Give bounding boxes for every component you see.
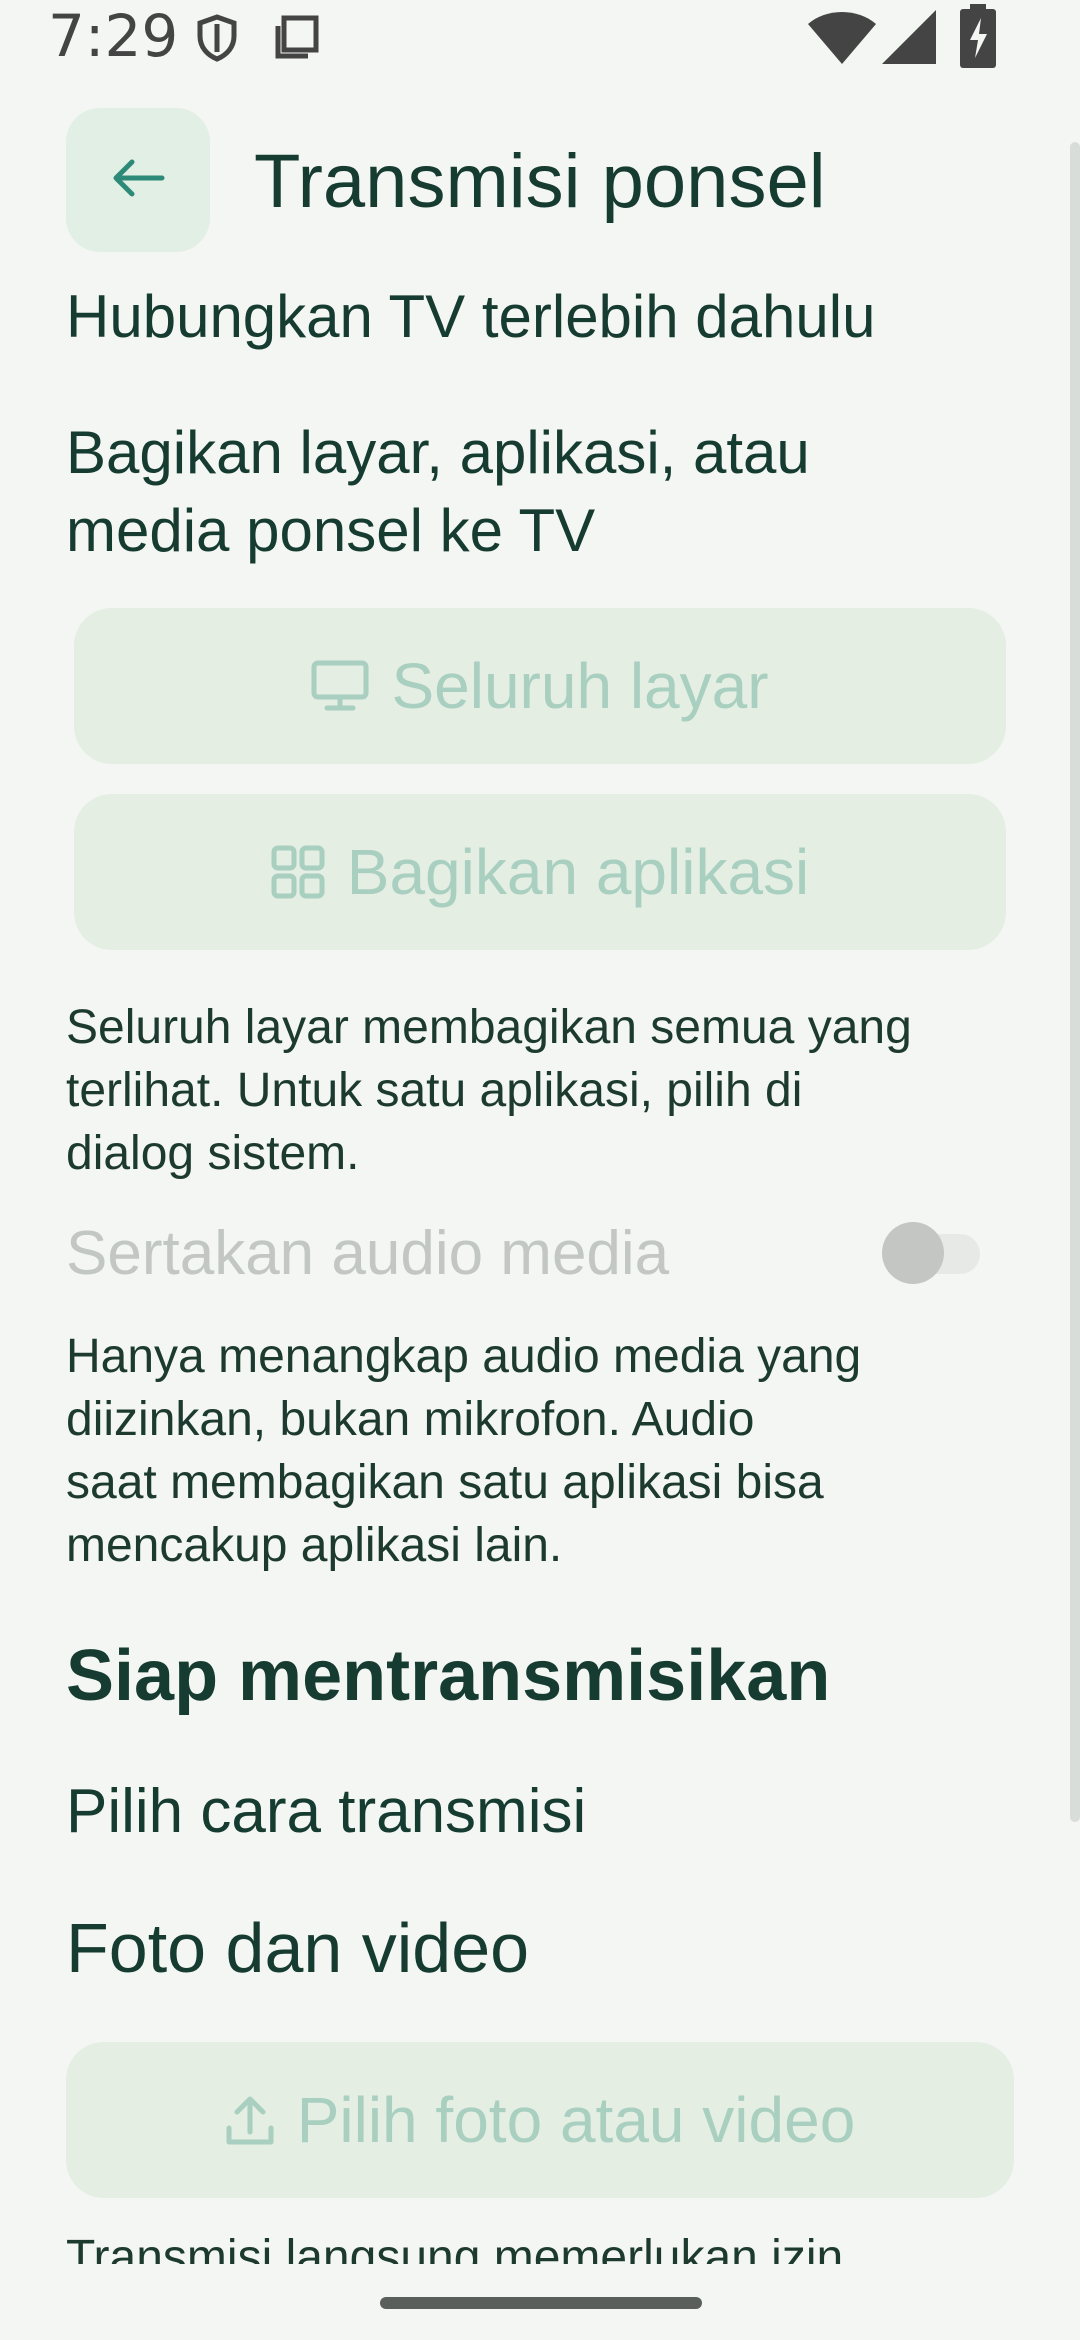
upload-icon [225,2094,275,2146]
share-heading-line: Bagikan layar, aplikasi, atau [66,419,810,486]
signal-icon [880,8,938,71]
audio-info: Hanya menangkap audio media yang diizink… [66,1325,861,1577]
info-line: Hanya menangkap audio media yang [66,1330,862,1383]
info-line: mencakup aplikasi lain. [66,1519,563,1572]
status-time: 7:29 [48,2,179,70]
info-line: saat membagikan satu aplikasi bisa [66,1456,824,1509]
whole-screen-button[interactable]: Seluruh layar [74,608,1006,764]
share-app-button[interactable]: Bagikan aplikasi [74,794,1006,950]
toggle-thumb [882,1222,944,1284]
share-app-button-label: Bagikan aplikasi [346,836,810,908]
choose-method-label: Pilih cara transmisi [66,1777,587,1846]
back-button[interactable] [66,108,210,252]
info-line: diizinkan, bukan mikrofon. Audio [66,1393,755,1446]
info-line: dialog sistem. [66,1127,360,1180]
pick-photo-video-label: Pilih foto atau video [296,2084,856,2156]
clipped-footer: Transmisi langsung memerlukan izin [0,2222,1080,2264]
status-bar: 7:29 [0,0,1080,70]
photos-videos-title: Foto dan video [66,1909,530,1987]
audio-toggle[interactable] [882,1222,982,1284]
connect-hint: Hubungkan TV terlebih dahulu [66,283,876,350]
battery-charging-icon [960,4,996,73]
home-indicator[interactable] [380,2297,702,2309]
info-line: Seluruh layar membagikan semua yang [66,1001,912,1054]
screen-share-info: Seluruh layar membagikan semua yang terl… [66,996,912,1185]
top-app-bar: Transmisi ponsel [0,100,1080,260]
scrollbar-thumb[interactable] [1070,142,1080,1822]
monitor-icon [311,660,369,712]
share-heading: Bagikan layar, aplikasi, atau media pons… [66,414,810,570]
page-title: Transmisi ponsel [254,139,826,224]
whole-screen-button-label: Seluruh layar [391,650,769,722]
share-heading-line: media ponsel ke TV [66,497,596,564]
pick-photo-video-button[interactable]: Pilih foto atau video [66,2042,1014,2198]
arrow-left-icon [110,158,166,203]
apps-grid-icon [271,845,325,899]
live-cast-permission-text: Transmisi langsung memerlukan izin [66,2231,844,2264]
info-line: terlihat. Untuk satu aplikasi, pilih di [66,1064,803,1117]
ready-section-title: Siap mentransmisikan [66,1636,831,1716]
shield-icon [196,14,238,67]
wifi-icon [806,8,878,71]
audio-toggle-label: Sertakan audio media [66,1219,670,1288]
clipboard-icon [274,14,320,65]
scrollbar[interactable] [1070,70,1080,2270]
